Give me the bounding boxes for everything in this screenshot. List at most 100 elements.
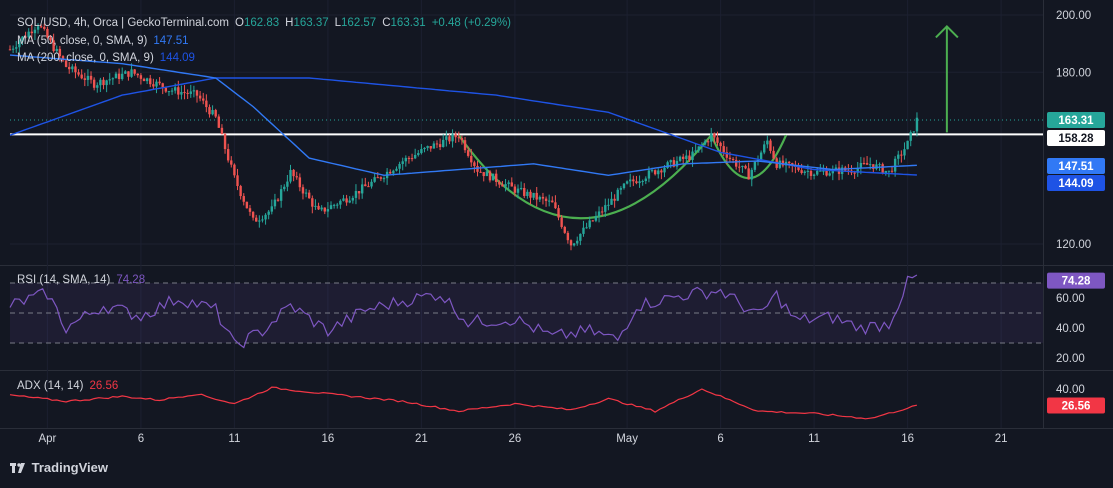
candle-body xyxy=(236,175,239,187)
ma200-legend[interactable]: MA (200, close, 0, SMA, 9) 144.09 xyxy=(17,52,201,64)
candle-body xyxy=(893,158,897,172)
candle-body xyxy=(208,107,211,115)
x-tick-label: May xyxy=(616,433,638,445)
candle-body xyxy=(80,74,83,79)
rsi-legend[interactable]: RSI (14, SMA, 14) 74.28 xyxy=(17,274,151,286)
candle-body xyxy=(479,171,482,173)
candle-body xyxy=(610,198,613,205)
candle-body xyxy=(242,196,245,202)
candle-body xyxy=(878,164,881,166)
candle-body xyxy=(663,167,666,173)
candle-body xyxy=(454,134,457,138)
candle-body xyxy=(501,184,504,187)
adx-panel xyxy=(9,386,918,420)
candle-body xyxy=(413,154,417,159)
candle-body xyxy=(912,131,916,133)
candle-body xyxy=(526,191,529,196)
tradingview-logo[interactable]: TradingView xyxy=(10,460,108,475)
price-badge-text: 158.28 xyxy=(1058,133,1094,145)
candle-body xyxy=(641,181,644,183)
candle-body xyxy=(519,187,523,189)
candle-body xyxy=(183,91,186,93)
candle-body xyxy=(734,159,738,167)
change-value: +0.48 (+0.29%) xyxy=(431,17,511,29)
x-tick-label: 16 xyxy=(901,433,914,445)
candle-body xyxy=(741,165,744,167)
candle-body xyxy=(619,188,623,190)
candle-body xyxy=(747,168,750,180)
candle-body xyxy=(102,79,105,86)
candle-body xyxy=(629,179,632,182)
symbol-title[interactable]: SOL/USD, 4h, Orca | GeckoTerminal.com xyxy=(17,17,229,29)
candle-body xyxy=(292,169,295,177)
ma200-value: 144.09 xyxy=(159,52,195,64)
candle-body xyxy=(716,137,719,143)
candle-body xyxy=(124,71,127,74)
candle-body xyxy=(442,139,445,148)
candle-body xyxy=(298,177,302,188)
candle-body xyxy=(597,211,601,217)
candle-body xyxy=(806,170,810,172)
tradingview-wordmark: TradingView xyxy=(31,460,108,475)
candle-body xyxy=(504,184,507,187)
candle-body xyxy=(217,116,221,128)
candle-body xyxy=(763,144,766,153)
candle-body xyxy=(650,170,654,172)
candle-body xyxy=(360,184,364,194)
candle-body xyxy=(198,95,202,99)
candle-body xyxy=(398,163,401,169)
candle-body xyxy=(270,206,273,212)
chart-canvas[interactable]: Apr 6 11 16 21 26 May 6 11 16 21 200.00 180.00 120.00… xyxy=(0,0,1113,488)
candle-body xyxy=(15,47,18,49)
candle-body xyxy=(482,172,485,177)
candle-body xyxy=(30,31,34,34)
candle-body xyxy=(653,170,657,175)
candle-body xyxy=(451,134,454,142)
candle-body xyxy=(862,162,866,164)
candle-body xyxy=(772,150,775,159)
candle-body xyxy=(466,150,470,156)
candle-body xyxy=(728,157,732,159)
candle-body xyxy=(8,49,12,51)
candle-body xyxy=(404,157,408,162)
candle-body xyxy=(426,146,429,148)
candle-body xyxy=(33,29,37,34)
candle-body xyxy=(563,226,566,233)
candle-body xyxy=(74,66,77,73)
candle-body xyxy=(688,155,691,160)
moving-averages xyxy=(9,54,917,177)
rsi-tick-label: 60.00 xyxy=(1056,293,1085,305)
candle-body xyxy=(706,141,710,143)
candle-body xyxy=(566,232,570,241)
candle-body xyxy=(719,142,722,147)
candle-body xyxy=(613,198,616,201)
candle-body xyxy=(276,199,280,201)
candle-body xyxy=(766,140,769,145)
candle-body xyxy=(819,170,822,172)
x-tick-label: 6 xyxy=(138,433,144,445)
candle-body xyxy=(127,71,130,77)
candle-body xyxy=(554,202,557,209)
candle-body xyxy=(448,136,451,142)
candle-body xyxy=(432,143,436,149)
candle-body xyxy=(214,110,217,117)
candle-body xyxy=(625,181,629,184)
candle-body xyxy=(507,182,510,185)
price-tick-label: 180.00 xyxy=(1056,67,1091,79)
rsi-badge-text: 74.28 xyxy=(1062,276,1091,288)
candle-body xyxy=(635,181,638,184)
adx-legend[interactable]: ADX (14, 14) 26.56 xyxy=(17,380,124,392)
candle-body xyxy=(83,78,86,80)
candle-body xyxy=(86,75,90,80)
adx-line xyxy=(9,386,918,420)
candle-body xyxy=(582,227,585,234)
candle-body xyxy=(89,75,93,80)
ma50-legend[interactable]: MA (50, close, 0, SMA, 9) 147.51 xyxy=(17,35,195,47)
candle-body xyxy=(251,211,255,218)
candle-body xyxy=(744,165,747,169)
candle-body xyxy=(460,138,464,141)
candle-body xyxy=(186,92,189,94)
price-badge-text: 147.51 xyxy=(1058,161,1094,173)
candle-body xyxy=(647,170,651,179)
candle-body xyxy=(136,73,139,76)
